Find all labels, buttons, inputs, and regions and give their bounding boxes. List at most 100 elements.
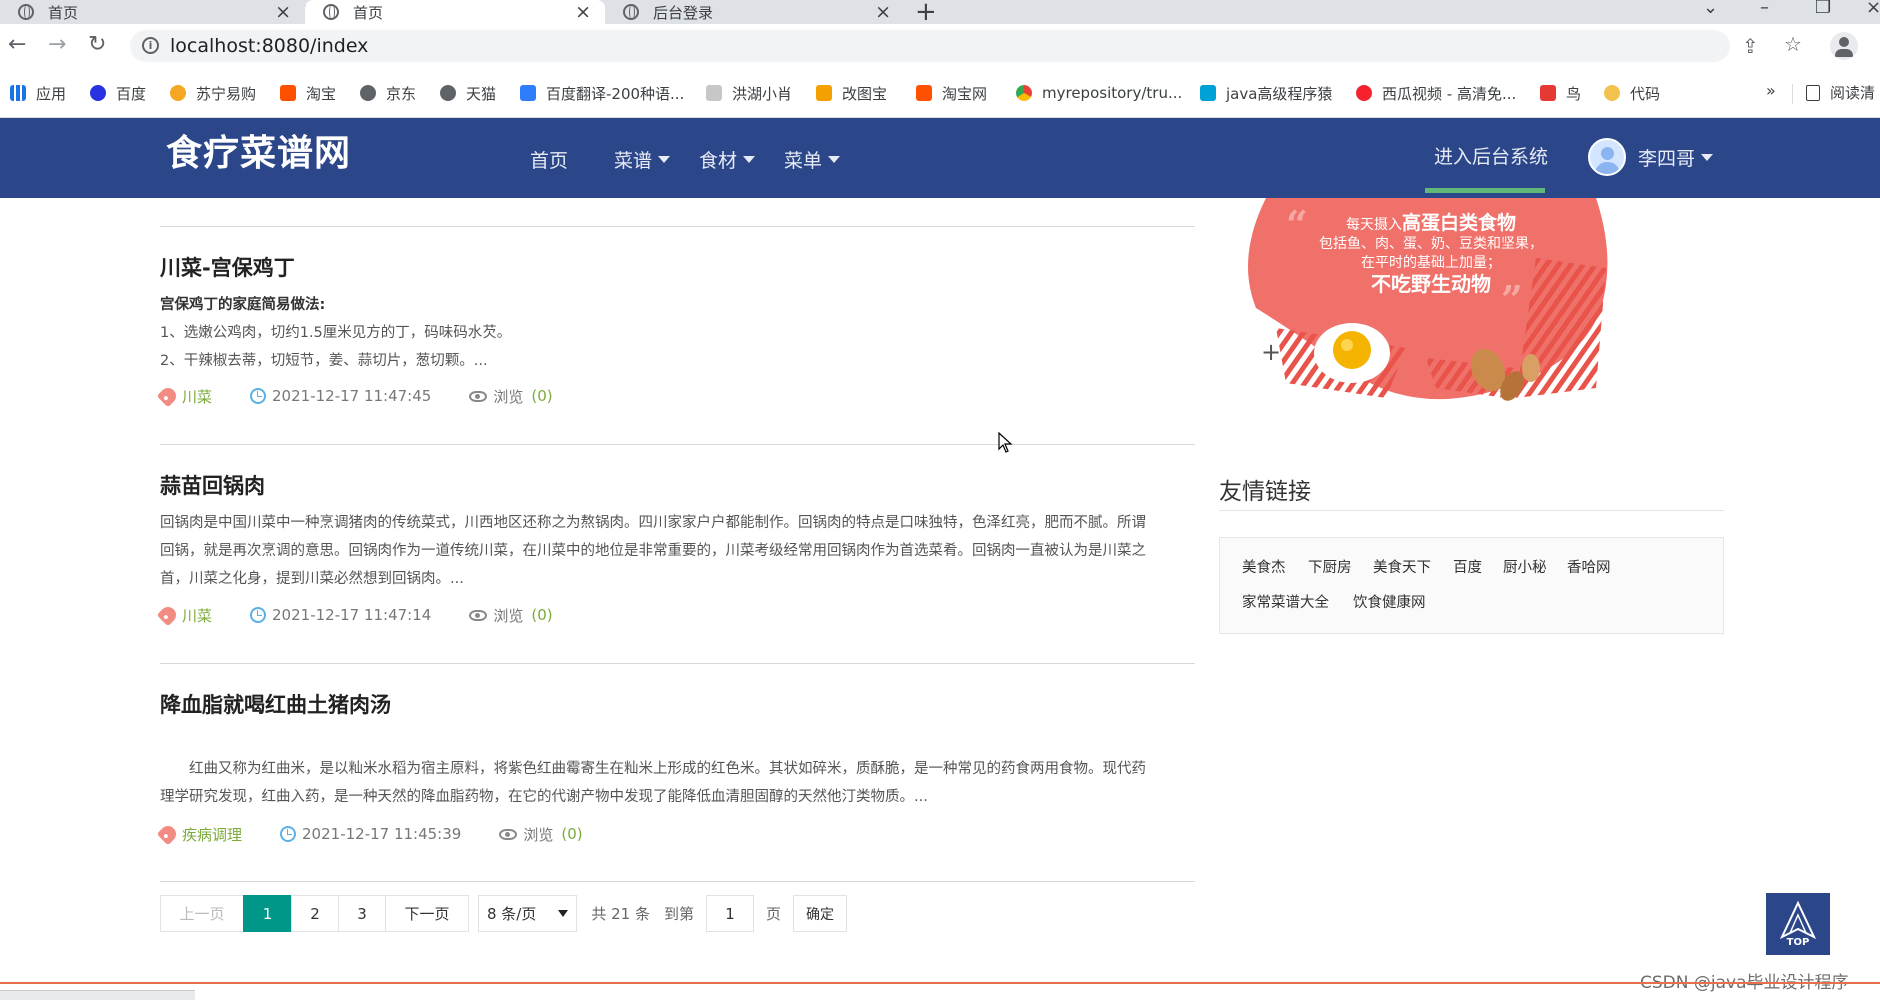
nav-home[interactable]: 首页 [530,146,568,173]
article-title[interactable]: 降血脂就喝红曲土猪肉汤 [160,689,391,719]
minimize-icon[interactable]: – [1760,0,1769,18]
globe-icon [440,85,456,101]
view-count: (0) [531,387,553,405]
globe-icon [18,4,34,20]
bookmark-item[interactable]: 代码 [1604,82,1660,104]
bookmark-item[interactable]: 淘宝网 [916,82,987,104]
bookmark-item[interactable]: 百度翻译-200种语... [520,82,684,104]
page-size-select[interactable]: 8 条/页 [478,895,578,932]
bookmark-item[interactable]: 西瓜视频 - 高清免... [1356,82,1516,104]
close-icon[interactable]: × [575,1,591,23]
tag-icon [156,603,180,627]
apps-grid-icon [10,85,26,101]
prev-page-button[interactable]: 上一页 [160,895,244,932]
site-logo[interactable]: 食疗菜谱网 [166,124,351,176]
suning-icon [170,85,186,101]
article-tag[interactable]: 疾病调理 [182,824,242,845]
article-tag[interactable]: 川菜 [182,605,212,626]
friend-link[interactable]: 厨小秘 [1503,556,1547,577]
page-button[interactable]: 1 [243,895,292,932]
article-summary: 宫保鸡丁的家庭简易做法: 1、选嫩公鸡肉，切约1.5厘米见方的丁，码味码水芡。 … [160,297,512,369]
active-underline [1425,188,1545,193]
tag-icon [156,384,180,408]
bookmark-item[interactable]: 天猫 [440,82,496,104]
baidu-paw-icon [90,85,106,101]
address-bar: ← → ↻ i localhost:8080/index ⇪ ☆ [0,24,1880,68]
nav-menus[interactable]: 菜单 [784,146,841,173]
view-label: 浏览 [493,387,524,406]
url-text[interactable]: localhost:8080/index [170,35,368,57]
browser-tab-1[interactable]: 首页 × [0,0,305,24]
user-avatar-icon[interactable] [1588,138,1626,176]
info-icon[interactable]: i [142,37,159,54]
bookmark-item[interactable]: 应用 [10,82,66,104]
reading-list[interactable]: 阅读清 [1806,82,1875,103]
restore-icon[interactable]: ❐ [1815,0,1831,18]
bookmark-item[interactable]: myrepository/tru... [1016,82,1182,104]
article-tag[interactable]: 川菜 [182,386,212,407]
friend-link[interactable]: 香哈网 [1567,556,1611,577]
next-page-button[interactable]: 下一页 [385,895,469,932]
profile-avatar-icon[interactable] [1830,32,1858,60]
chrome-icon [1016,85,1032,101]
reading-list-icon [1806,84,1820,101]
view-count: (0) [531,606,553,624]
nav-recipes[interactable]: 菜谱 [614,146,671,173]
admin-system-link[interactable]: 进入后台系统 [1434,142,1548,169]
bilibili-icon [1200,85,1216,101]
user-menu[interactable]: 李四哥 [1638,144,1714,171]
forward-arrow-icon[interactable]: → [48,32,66,57]
goto-page-input[interactable]: 1 [706,895,755,932]
back-to-top-button[interactable]: TOP [1766,893,1830,955]
bookmark-item[interactable]: 苏宁易购 [170,82,256,104]
tab-search-icon[interactable]: ⌄ [1703,0,1718,18]
bookmarks-bar: 应用 百度 苏宁易购 淘宝 京东 天猫 百度翻译-200种语... 洪湖小肖 改… [0,68,1880,118]
browser-tab-2[interactable]: 首页 × [305,0,605,24]
article-meta: 川菜 2021-12-17 11:47:14 浏览 (0) [156,603,553,627]
eye-icon [469,390,488,402]
friend-link[interactable]: 下厨房 [1308,556,1352,577]
bookmark-item[interactable]: 京东 [360,82,416,104]
bookmark-item[interactable]: 改图宝 [816,82,887,104]
article-meta: 疾病调理 2021-12-17 11:45:39 浏览 (0) [156,822,583,846]
bookmarks-more-icon[interactable]: » [1766,81,1776,100]
close-icon[interactable]: × [275,1,291,23]
page-unit-label: 页 [766,905,782,923]
view-label: 浏览 [523,825,554,844]
page-button[interactable]: 3 [338,895,386,932]
browser-tab-3[interactable]: 后台登录 × [605,0,905,24]
close-icon[interactable]: × [875,1,891,23]
view-count: (0) [561,825,583,843]
bookmark-star-icon[interactable]: ☆ [1784,32,1802,56]
bookmark-item[interactable]: 淘宝 [280,82,336,104]
bookmark-item[interactable]: 百度 [90,82,146,104]
divider [160,444,1195,445]
promo-banner[interactable]: “ ” + 每天摄入高蛋白类食物 包括鱼、肉、蛋、奶、豆类和坚果， 在平时的基础… [1236,198,1616,423]
window-close-icon[interactable]: × [1866,0,1880,18]
share-icon[interactable]: ⇪ [1742,34,1759,58]
xigua-icon [1356,85,1372,101]
bookmark-item[interactable]: 洪湖小肖 [706,82,792,104]
friend-link[interactable]: 百度 [1453,556,1482,577]
divider [160,226,1195,227]
back-arrow-icon[interactable]: ← [8,32,26,57]
browser-tab-strip: 首页 × 首页 × 后台登录 × + ⌄ – ❐ × [0,0,1880,27]
new-tab-icon[interactable]: + [915,0,937,27]
omnibox[interactable]: i localhost:8080/index ⇪ [130,30,1759,62]
eye-icon [499,828,518,840]
back-to-top-label: TOP [1786,937,1810,948]
page-button[interactable]: 2 [291,895,339,932]
nav-ingredients[interactable]: 食材 [699,146,756,173]
taobao-icon [916,85,932,101]
goto-confirm-button[interactable]: 确定 [793,895,848,932]
reload-icon[interactable]: ↻ [88,32,106,57]
bookmark-item[interactable]: 鸟 [1540,82,1581,104]
article-title[interactable]: 蒜苗回锅肉 [160,470,265,500]
friend-link[interactable]: 美食天下 [1373,556,1431,577]
caret-down-icon [1701,154,1714,161]
friend-link[interactable]: 美食杰 [1242,556,1286,577]
friend-link[interactable]: 家常菜谱大全 [1242,591,1329,612]
friend-link[interactable]: 饮食健康网 [1353,591,1426,612]
article-title[interactable]: 川菜-宫保鸡丁 [160,252,295,282]
bookmark-item[interactable]: java高级程序猿 [1200,82,1332,104]
